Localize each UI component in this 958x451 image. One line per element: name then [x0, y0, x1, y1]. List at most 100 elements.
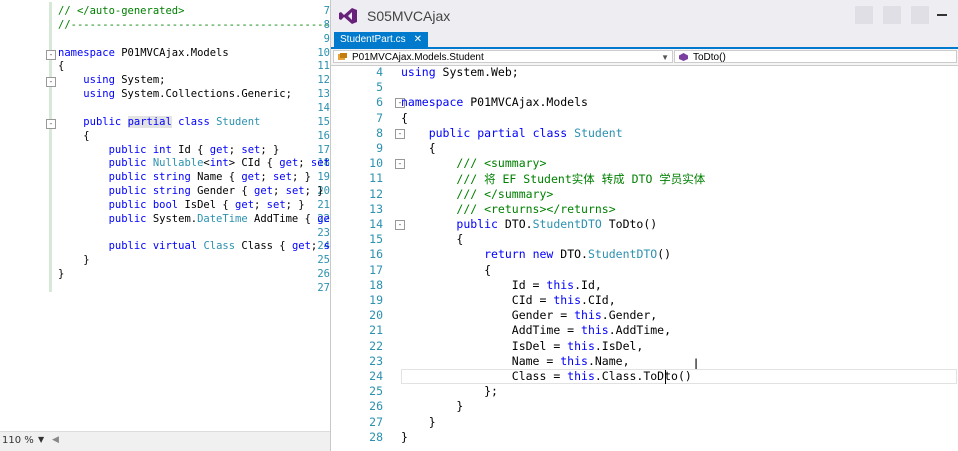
tab-label: StudentPart.cs [340, 34, 406, 45]
code-token: CId = [401, 293, 554, 307]
code-token: string [152, 185, 191, 198]
code-token: StudentDTO [587, 247, 658, 262]
code-line: /// </summary> [401, 187, 553, 201]
close-tab-icon[interactable]: ✕ [414, 34, 422, 45]
code-line: { [58, 60, 64, 72]
line-number: 26 [369, 399, 383, 414]
line-number: 18 [369, 277, 383, 292]
code-token: } [401, 429, 408, 444]
line-number: 24 [369, 369, 383, 383]
code-token: .Name, [587, 353, 630, 368]
code-token: Name { [190, 171, 242, 184]
code-token: public [108, 212, 147, 225]
code-token: DTO. [497, 217, 533, 231]
line-number: 27 [317, 282, 330, 294]
code-token: this [560, 353, 588, 368]
change-tracking-bar [49, 2, 52, 292]
background-editor-window: 7// </auto-generated> 8//----------------… [0, 0, 330, 451]
code-line: }; [401, 384, 498, 398]
code-token: Id { [171, 143, 210, 156]
code-line: Id = this.Id, [401, 278, 602, 292]
code-line: public string Name { get; set; } [58, 171, 311, 183]
code-line: } [58, 268, 64, 280]
window-button-icon[interactable] [855, 6, 873, 24]
line-number: 7 [323, 5, 330, 17]
member-dropdown[interactable]: ToDto() [674, 50, 957, 63]
code-line: using System; [58, 74, 165, 86]
code-token: Student [574, 125, 623, 140]
scroll-left-icon[interactable]: ◀ [52, 435, 59, 445]
window-button-icon[interactable] [883, 6, 901, 24]
code-token: { [401, 262, 492, 277]
code-token: get [254, 185, 273, 198]
code-token: class [532, 125, 568, 140]
line-number: 8 [376, 125, 383, 140]
code-line: /// <summary> [401, 156, 546, 170]
code-token: { [401, 232, 464, 247]
code-line: AddTime = this.AddTime, [401, 323, 671, 337]
code-token: this [567, 338, 595, 353]
code-line: public DTO.StudentDTO ToDto() [401, 217, 657, 231]
collapse-region-icon[interactable]: - [46, 49, 56, 60]
code-line: { [58, 130, 89, 142]
code-token: System.Web; [435, 65, 519, 79]
code-line: public partial class Student [58, 115, 260, 128]
code-line: } [401, 415, 436, 429]
code-token: IsDel { [178, 198, 236, 211]
code-token: ; } [285, 198, 305, 211]
line-number: 16 [317, 129, 330, 142]
code-token: int [209, 157, 229, 170]
code-token: get [235, 198, 255, 211]
code-token: } [401, 414, 436, 429]
minimize-icon[interactable] [937, 14, 947, 16]
code-token: ; [254, 198, 267, 211]
line-number: 7 [376, 110, 383, 125]
zoom-dropdown-icon[interactable]: ▼ [38, 435, 44, 444]
code-token: ; [272, 185, 286, 198]
line-number: 13 [369, 201, 383, 216]
code-line: CId = this.CId, [401, 293, 616, 307]
code-line: IsDel = this.IsDel, [401, 338, 644, 353]
tab-studentpart[interactable]: StudentPart.cs ✕ [334, 32, 428, 47]
zoom-level[interactable]: 110 % [2, 435, 34, 446]
line-number: 11 [369, 171, 383, 186]
code-line: public partial class Student [401, 126, 623, 140]
code-token: ; } [291, 171, 311, 184]
type-dropdown[interactable]: P01MVCAjax.Models.Student ▼ [333, 50, 673, 63]
code-token: this [553, 293, 582, 307]
window-button-icon[interactable] [911, 6, 929, 24]
code-line: { [401, 263, 491, 277]
method-icon [679, 53, 688, 61]
code-editor[interactable]: 4 using System.Web; 5 6- namespace P01MVCAja… [331, 65, 958, 451]
code-token: using [83, 74, 115, 87]
code-line: { [401, 111, 408, 125]
code-line: } [401, 430, 408, 444]
code-line: public bool IsDel { get; set; } [58, 199, 305, 211]
code-token: /// <summary> [456, 156, 547, 171]
code-token: } [58, 268, 65, 281]
code-line: public Nullable<int> CId { get; set; } [58, 157, 330, 169]
code-token: { [58, 60, 65, 73]
code-token: get [291, 240, 311, 253]
collapse-region-icon[interactable]: - [46, 77, 56, 88]
collapse-region-icon[interactable]: - [46, 118, 56, 129]
code-token: .CId, [581, 293, 616, 307]
code-token: > CId { [228, 157, 280, 170]
code-token: .IsDel, [594, 338, 644, 353]
visual-studio-logo-icon [339, 8, 357, 24]
class-icon [338, 53, 347, 60]
code-token: System.Collections.Generic; [114, 88, 292, 101]
document-tab-strip: StudentPart.cs ✕ [331, 32, 958, 49]
code-token: new [532, 247, 554, 262]
code-line: public int Id { get; set; } [58, 143, 280, 156]
line-number: 13 [317, 88, 330, 101]
